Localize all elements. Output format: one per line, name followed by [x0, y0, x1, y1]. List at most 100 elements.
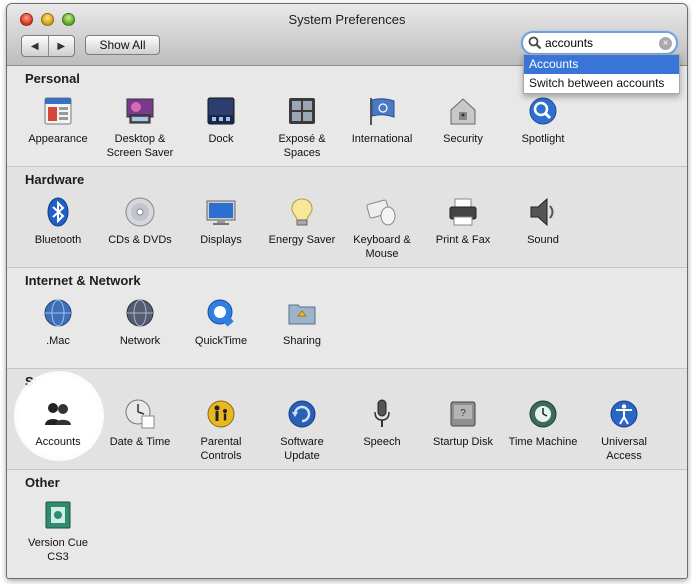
- pane-label: Bluetooth: [34, 234, 82, 246]
- pane-bluetooth[interactable]: Bluetooth: [19, 196, 97, 247]
- pane-label: Print & Fax: [435, 234, 491, 246]
- desktop-icon: [126, 98, 154, 124]
- search-results-menu: Accounts Switch between accounts: [523, 54, 680, 94]
- pane-label: Startup Disk: [433, 436, 493, 448]
- pane-label: CDs & DVDs: [108, 234, 172, 246]
- keyboard-mouse-icon: [366, 199, 396, 226]
- pane-label: Universal Access: [601, 436, 647, 462]
- pane-parental-controls[interactable]: Parental Controls: [182, 398, 260, 463]
- dock-icon: [207, 97, 235, 125]
- pane-universal-access[interactable]: Universal Access: [585, 398, 663, 463]
- pane-label: Displays: [200, 234, 242, 246]
- pane-label: Parental Controls: [200, 436, 242, 462]
- speaker-icon: [530, 197, 554, 227]
- parental-icon: [207, 400, 235, 428]
- pane-desktop-screen-saver[interactable]: Desktop & Screen Saver: [101, 95, 179, 160]
- section-other: Other: [7, 470, 687, 578]
- pane-accounts[interactable]: Accounts: [19, 398, 97, 449]
- microphone-icon: [374, 399, 390, 427]
- printer-icon: [449, 198, 477, 226]
- back-button[interactable]: ◀: [22, 36, 48, 56]
- disc-icon: [125, 197, 155, 227]
- search-icon: [528, 36, 542, 50]
- pane-label: International: [351, 133, 413, 145]
- pane-label: QuickTime: [194, 335, 248, 347]
- clock-icon: [125, 399, 155, 429]
- pane-label: Sound: [527, 234, 559, 246]
- pane-software-update[interactable]: Software Update: [263, 398, 341, 463]
- pane-dock[interactable]: Dock: [182, 95, 260, 146]
- pane-label: Version Cue CS3: [28, 537, 88, 563]
- section-title: Internet & Network: [25, 273, 141, 288]
- pane-cds-dvds[interactable]: CDs & DVDs: [101, 196, 179, 247]
- pane-time-machine[interactable]: Time Machine: [504, 398, 582, 449]
- time-machine-icon: [529, 400, 557, 428]
- pane-label: Spotlight: [521, 133, 565, 145]
- bulb-icon: [291, 198, 313, 226]
- search-result-item[interactable]: Accounts: [524, 55, 679, 74]
- globe-icon: [44, 299, 72, 327]
- monitor-icon: [206, 200, 236, 225]
- section-title: Other: [25, 475, 60, 490]
- pane-speech[interactable]: Speech: [343, 398, 421, 449]
- pane-label: Sharing: [283, 335, 321, 347]
- pane-label: Exposé & Spaces: [278, 133, 326, 159]
- update-icon: [288, 400, 316, 428]
- version-cue-icon: [45, 501, 71, 529]
- appearance-icon: [44, 97, 72, 125]
- universal-access-icon: [610, 400, 638, 428]
- search-result-item[interactable]: Switch between accounts: [524, 74, 679, 93]
- search-input-text[interactable]: accounts: [545, 36, 659, 50]
- pane-label: Network: [119, 335, 161, 347]
- pane-startup-disk[interactable]: ? Startup Disk: [424, 398, 502, 449]
- pane-version-cue[interactable]: Version Cue CS3: [19, 499, 97, 564]
- pane-international[interactable]: International: [343, 95, 421, 146]
- house-lock-icon: [450, 98, 476, 125]
- clear-search-icon[interactable]: ×: [659, 36, 672, 50]
- users-icon: [45, 403, 71, 425]
- flag-icon: [370, 98, 395, 125]
- harddisk-icon: ?: [450, 401, 476, 427]
- pane-label: .Mac: [46, 335, 70, 347]
- pane-date-time[interactable]: Date & Time: [101, 398, 179, 449]
- pane-energy-saver[interactable]: Energy Saver: [263, 196, 341, 247]
- pane-label: Security: [443, 133, 483, 145]
- pane-sharing[interactable]: Sharing: [263, 297, 341, 348]
- show-all-button[interactable]: Show All: [85, 35, 160, 55]
- pane-keyboard-mouse[interactable]: Keyboard & Mouse: [343, 196, 421, 261]
- pane-security[interactable]: Security: [424, 95, 502, 146]
- pane-label: Appearance: [28, 133, 88, 145]
- pane-quicktime[interactable]: QuickTime: [182, 297, 260, 348]
- expose-icon: [289, 98, 315, 124]
- pane-print-fax[interactable]: Print & Fax: [424, 196, 502, 247]
- pane-label: Dock: [208, 133, 234, 145]
- pane-sound[interactable]: Sound: [504, 196, 582, 247]
- pane-label: Keyboard & Mouse: [353, 234, 411, 260]
- pane-label: Energy Saver: [268, 234, 336, 246]
- search-field[interactable]: accounts ×: [521, 31, 678, 55]
- system-preferences-window: System Preferences ◀ ▶ Show All accounts…: [6, 3, 688, 579]
- pane-expose-spaces[interactable]: Exposé & Spaces: [263, 95, 341, 160]
- pane-label: Speech: [363, 436, 401, 448]
- pane-spotlight[interactable]: Spotlight: [504, 95, 582, 146]
- section-title: Personal: [25, 71, 80, 86]
- window-title: System Preferences: [288, 12, 406, 27]
- bluetooth-icon: [47, 197, 69, 227]
- pane-displays[interactable]: Displays: [182, 196, 260, 247]
- pane-appearance[interactable]: Appearance: [19, 95, 97, 146]
- magnifier-icon: [529, 97, 557, 125]
- quicktime-icon: [207, 299, 234, 327]
- section-title: Hardware: [25, 172, 85, 187]
- svg-text:?: ?: [460, 408, 466, 419]
- pane-dot-mac[interactable]: .Mac: [19, 297, 97, 348]
- history-nav: ◀ ▶: [21, 35, 75, 57]
- pane-label: Time Machine: [508, 436, 578, 448]
- pane-label: Software Update: [280, 436, 324, 462]
- folder-sharing-icon: [288, 304, 316, 325]
- pane-label: Desktop & Screen Saver: [106, 133, 174, 159]
- forward-button[interactable]: ▶: [47, 36, 75, 56]
- pane-label: Date & Time: [109, 436, 171, 448]
- pane-label: Accounts: [35, 436, 81, 448]
- network-globe-icon: [126, 299, 154, 327]
- pane-network[interactable]: Network: [101, 297, 179, 348]
